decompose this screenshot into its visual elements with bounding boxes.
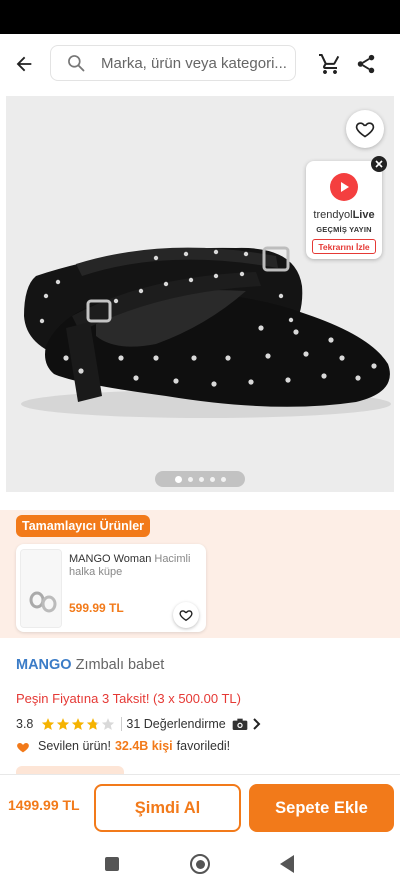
heart-outline-icon <box>179 610 193 622</box>
divider <box>121 717 123 731</box>
favorite-count-line: Sevilen ürün! 32.4B kişi favoriledi! <box>16 738 230 754</box>
favorite-count: 32.4B kişi <box>114 739 173 753</box>
add-to-cart-button[interactable]: Sepete Ekle <box>249 784 394 832</box>
complementary-badge: Tamamlayıcı Ürünler <box>16 515 151 537</box>
complementary-products-section: Tamamlayıcı Ürünler MANGO Woman Hacimli … <box>0 510 400 638</box>
product-photo[interactable] <box>6 96 394 492</box>
search-placeholder: Marka, ürün veya kategori... <box>101 54 287 72</box>
favorite-prefix: Sevilen ürün! <box>38 739 111 753</box>
live-play-icon <box>330 173 358 201</box>
complementary-favorite-button[interactable] <box>173 602 199 628</box>
trendyol-live-widget[interactable]: trendyolLive GEÇMİŞ YAYIN Tekrarını İzle <box>306 161 382 259</box>
pagination-dot[interactable] <box>220 476 226 482</box>
gallery-pagination <box>155 471 245 487</box>
complementary-product-card[interactable]: MANGO Woman Hacimli halka küpe 599.99 TL <box>16 544 206 632</box>
share-icon <box>357 54 375 74</box>
product-price: 1499.99 TL <box>8 797 80 813</box>
home-icon[interactable] <box>190 854 210 874</box>
star-full-icon <box>57 718 70 730</box>
collapsed-section-peek <box>16 766 124 774</box>
product-title: MANGO Zımbalı babet <box>16 657 164 673</box>
live-status: GEÇMİŞ YAYIN <box>316 225 372 234</box>
product-name: Zımbalı babet <box>75 657 165 673</box>
live-brand: trendyolLive <box>306 209 382 221</box>
pagination-dot[interactable] <box>187 476 193 482</box>
back-button[interactable] <box>10 50 38 78</box>
pagination-dot[interactable] <box>198 476 204 482</box>
share-button[interactable] <box>352 50 380 78</box>
back-arrow-icon <box>16 56 32 72</box>
cart-icon <box>319 54 340 74</box>
studded-ballet-flats-image <box>6 96 394 492</box>
star-partial-icon <box>87 718 100 730</box>
rating-score: 3.8 <box>16 717 34 731</box>
pagination-dot-active[interactable] <box>174 475 182 483</box>
pagination-dot[interactable] <box>209 476 215 482</box>
top-header: Marka, ürün veya kategori... <box>0 34 400 92</box>
complementary-product-brand: MANGO Woman <box>69 553 152 565</box>
live-brand-suffix: Live <box>352 209 375 221</box>
system-back-icon[interactable] <box>280 855 294 873</box>
star-full-icon <box>72 718 85 730</box>
star-empty-icon <box>102 718 115 730</box>
live-brand-prefix: trendyol <box>313 209 353 221</box>
star-full-icon <box>42 718 55 730</box>
installment-info: Peşin Fiyatına 3 Taksit! (3 x 500.00 TL) <box>16 691 241 706</box>
favorite-button[interactable] <box>346 110 384 148</box>
rating-row[interactable]: 3.8 31 Değerlendirme <box>16 716 262 732</box>
review-count[interactable]: 31 Değerlendirme <box>126 717 225 731</box>
product-image-gallery[interactable] <box>0 92 400 498</box>
recent-apps-icon[interactable] <box>105 857 119 871</box>
cart-button[interactable] <box>316 50 344 78</box>
orange-heart-icon <box>16 740 30 753</box>
heart-outline-icon <box>355 122 375 138</box>
system-navigation-bar <box>0 840 400 888</box>
buy-now-button[interactable]: Şimdi Al <box>94 784 241 832</box>
bottom-action-bar: 1499.99 TL Şimdi Al Sepete Ekle <box>0 774 400 840</box>
favorite-suffix: favoriledi! <box>176 739 231 753</box>
product-brand-link[interactable]: MANGO <box>16 657 72 673</box>
earring-thumbnail <box>20 549 62 628</box>
search-icon <box>65 52 87 74</box>
status-bar <box>0 0 400 34</box>
complementary-product-title: MANGO Woman Hacimli halka küpe <box>69 553 201 579</box>
close-icon <box>375 160 383 168</box>
rating-stars <box>41 717 115 731</box>
search-input[interactable]: Marka, ürün veya kategori... <box>50 45 296 81</box>
product-info: MANGO Zımbalı babet Peşin Fiyatına 3 Tak… <box>0 640 400 774</box>
camera-icon <box>232 717 248 731</box>
complementary-product-price: 599.99 TL <box>69 601 124 615</box>
live-close-button[interactable] <box>371 156 387 172</box>
chevron-right-icon <box>252 718 262 730</box>
live-replay-button[interactable]: Tekrarını İzle <box>312 239 376 254</box>
